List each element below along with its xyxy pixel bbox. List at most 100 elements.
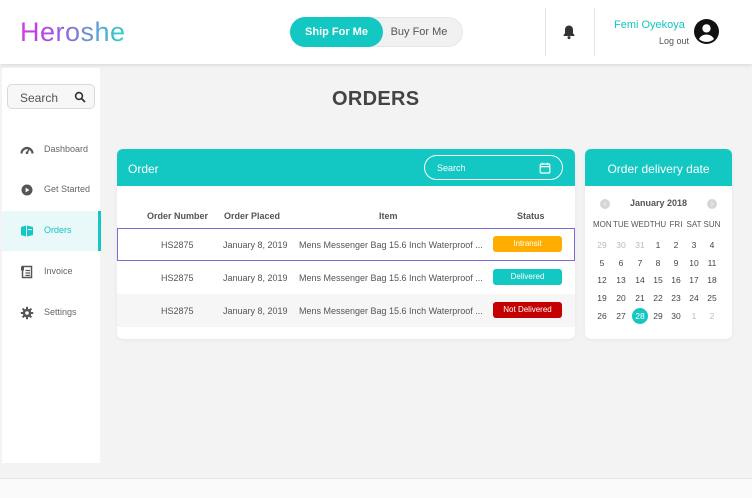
calendar-day[interactable]: 6	[612, 255, 630, 271]
ship-for-me-button[interactable]: Ship For Me	[290, 17, 383, 47]
weekday-label: TUE	[613, 220, 629, 229]
calendar-day[interactable]: 11	[703, 255, 721, 271]
sidebar-search[interactable]: Search	[7, 84, 95, 109]
calendar-day[interactable]: 27	[612, 308, 630, 324]
heroshe-logo[interactable]: Heroshe	[20, 17, 126, 47]
table-row[interactable]: HS2875 January 8, 2019 Mens Messenger Ba…	[117, 261, 575, 294]
weekday-label: SUN	[703, 220, 721, 229]
sidebar-search-label: Search	[20, 91, 59, 105]
calendar-day[interactable]: 1	[685, 308, 703, 324]
calendar-day[interactable]: 31	[631, 237, 649, 253]
order-placed-cell: January 8, 2019	[223, 273, 288, 283]
column-header-order-placed: Order Placed	[224, 211, 281, 221]
table-row[interactable]: HS2875 January 8, 2019 Mens Messenger Ba…	[117, 228, 575, 261]
calendar-day[interactable]: 5	[593, 255, 611, 271]
play-icon	[21, 184, 33, 196]
weekday-label: MON	[593, 220, 612, 229]
delivery-date-header: Order delivery date	[585, 149, 732, 186]
calendar-day[interactable]: 23	[667, 290, 685, 306]
calendar-day[interactable]: 7	[631, 255, 649, 271]
calendar-icon[interactable]	[539, 162, 551, 174]
status-badge: Intransit	[493, 236, 562, 252]
gear-icon	[20, 306, 34, 320]
orders-card-title: Order	[128, 162, 159, 176]
calendar-day[interactable]: 21	[631, 290, 649, 306]
sidebar-item-label: Invoice	[44, 266, 73, 276]
orders-search-placeholder: Search	[437, 163, 466, 173]
calendar-day[interactable]: 1	[649, 237, 667, 253]
item-cell: Mens Messenger Bag 15.6 Inch Waterproof …	[299, 240, 483, 250]
calendar-day[interactable]: 13	[612, 272, 630, 288]
calendar-day[interactable]: 30	[667, 308, 685, 324]
bell-icon[interactable]	[561, 24, 577, 40]
buy-for-me-button[interactable]: Buy For Me	[383, 17, 455, 47]
calendar-day[interactable]: 18	[703, 272, 721, 288]
calendar-day[interactable]: 4	[703, 237, 721, 253]
item-cell: Mens Messenger Bag 15.6 Inch Waterproof …	[299, 273, 483, 283]
calendar-day[interactable]: 16	[667, 272, 685, 288]
calendar-day[interactable]: 10	[685, 255, 703, 271]
sidebar-item-label: Dashboard	[44, 144, 89, 154]
sidebar-item-invoice[interactable]: Invoice	[2, 252, 100, 292]
order-number-cell: HS2875	[161, 240, 194, 250]
avatar-icon[interactable]	[694, 19, 719, 44]
invoice-icon	[21, 265, 33, 279]
table-row[interactable]: HS2875 January 8, 2019 Mens Messenger Ba…	[117, 294, 575, 327]
calendar-day[interactable]: 28	[632, 308, 648, 324]
item-cell: Mens Messenger Bag 15.6 Inch Waterproof …	[299, 306, 483, 316]
orders-card-header: Order Search	[117, 149, 575, 186]
order-number-cell: HS2875	[161, 273, 194, 283]
orders-card: Order Search Order Number Order Placed I…	[117, 149, 575, 339]
calendar-day[interactable]: 2	[667, 237, 685, 253]
user-name[interactable]: Femi Oyekoya	[614, 19, 685, 31]
calendar-day[interactable]: 19	[593, 290, 611, 306]
calendar-day[interactable]: 25	[703, 290, 721, 306]
calendar-day[interactable]: 26	[593, 308, 611, 324]
orders-search-input[interactable]: Search	[424, 155, 563, 180]
delivery-date-card: Order delivery date ‹ January 2018 › MON…	[585, 149, 732, 339]
status-badge: Not Delivered	[493, 302, 562, 318]
header-divider	[545, 8, 546, 56]
service-toggle: Ship For Me Buy For Me	[290, 17, 463, 47]
calendar-day[interactable]: 8	[649, 255, 667, 271]
logout-link[interactable]: Log out	[659, 36, 689, 46]
calendar-day[interactable]: 22	[649, 290, 667, 306]
weekday-label: THU	[649, 220, 667, 229]
weekday-label: SAT	[686, 220, 702, 229]
next-month-button[interactable]: ›	[707, 199, 717, 209]
sidebar-item-get-started[interactable]: Get Started	[2, 170, 100, 210]
order-number-cell: HS2875	[161, 306, 194, 316]
calendar-day[interactable]: 15	[649, 272, 667, 288]
header-divider	[594, 8, 595, 56]
calendar-day[interactable]: 30	[612, 237, 630, 253]
status-badge: Delivered	[493, 269, 562, 285]
sidebar-item-label: Settings	[44, 307, 77, 317]
orders-icon	[21, 225, 33, 237]
sidebar-item-label: Orders	[44, 225, 72, 235]
gauge-icon	[20, 146, 34, 155]
sidebar-item-label: Get Started	[44, 184, 91, 194]
weekday-label: FRI	[669, 220, 683, 229]
calendar-day[interactable]: 20	[612, 290, 630, 306]
calendar-day[interactable]: 9	[667, 255, 685, 271]
order-placed-cell: January 8, 2019	[223, 306, 288, 316]
calendar-day[interactable]: 3	[685, 237, 703, 253]
top-header: Heroshe Ship For Me Buy For Me Femi Oyek…	[0, 0, 752, 64]
calendar-day[interactable]: 2	[703, 308, 721, 324]
calendar-day[interactable]: 12	[593, 272, 611, 288]
calendar-day[interactable]: 14	[631, 272, 649, 288]
order-placed-cell: January 8, 2019	[223, 240, 288, 250]
sidebar-item-orders[interactable]: Orders	[2, 211, 101, 251]
calendar-day[interactable]: 17	[685, 272, 703, 288]
column-header-item: Item	[379, 211, 398, 221]
page-title: ORDERS	[332, 88, 420, 110]
sidebar-item-dashboard[interactable]: Dashboard	[2, 130, 100, 170]
calendar-day[interactable]: 29	[593, 237, 611, 253]
delivery-date-title: Order delivery date	[607, 162, 710, 176]
sidebar-item-settings[interactable]: Settings	[2, 293, 100, 333]
calendar-day[interactable]: 29	[649, 308, 667, 324]
calendar-day[interactable]: 24	[685, 290, 703, 306]
sidebar: Search Dashboard Get Started Orders Invo…	[2, 68, 101, 463]
weekday-label: WED	[631, 220, 650, 229]
search-icon[interactable]	[74, 91, 86, 103]
